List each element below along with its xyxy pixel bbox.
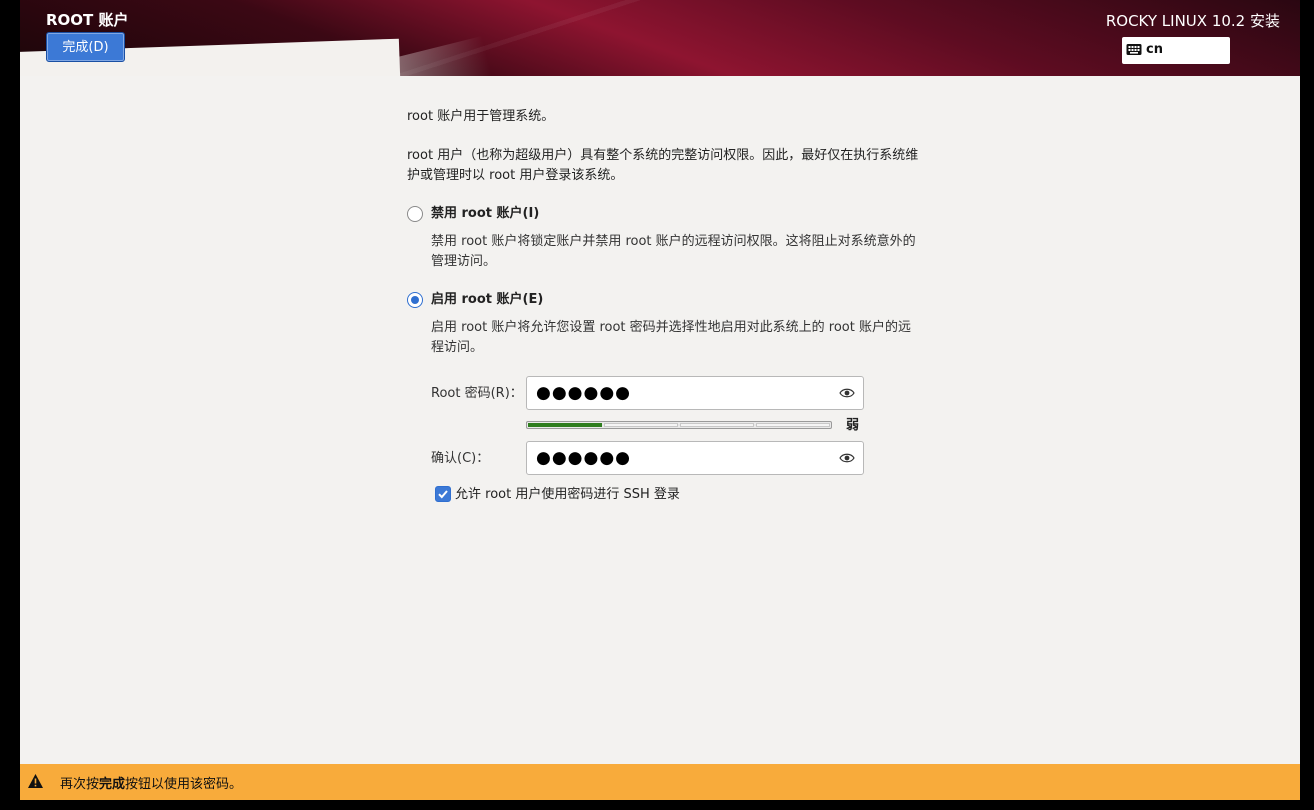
strength-segment [680,423,754,427]
enable-root-label[interactable]: 启用 root 账户(E) [431,290,543,310]
root-password-input[interactable]: ●●●●●● [526,376,864,410]
confirm-password-value: ●●●●●● [536,448,632,468]
password-strength-bar [526,421,832,429]
status-bar: 再次按完成按钮以使用该密码。 [20,764,1300,800]
disable-root-label[interactable]: 禁用 root 账户(I) [431,204,539,224]
main-content: root 账户用于管理系统。 root 用户（也称为超级用户）具有整个系统的完整… [20,76,1300,764]
strength-segment [604,423,678,427]
warning-icon [28,774,43,788]
disable-root-radio[interactable] [407,206,423,222]
password-strength-label: 弱 [846,418,860,433]
keyboard-layout-indicator[interactable]: cn [1122,37,1230,64]
strength-segment [756,423,830,427]
status-text-before: 再次按 [60,777,100,792]
intro-text: root 账户用于管理系统。 [407,109,555,124]
confirm-password-input[interactable]: ●●●●●● [526,441,864,475]
keyboard-icon [1126,44,1142,55]
root-password-label: Root 密码(R)： [431,386,523,401]
checkmark-icon [438,490,448,499]
confirm-password-label: 确认(C)： [431,451,490,466]
eye-icon[interactable] [839,451,855,465]
strength-segment [528,423,602,427]
enable-root-description: 启用 root 账户将允许您设置 root 密码并选择性地启用对此系统上的 ro… [431,320,911,355]
done-button[interactable]: 完成(D) [46,32,125,62]
header-bar: ROOT 账户 完成(D) ROCKY LINUX 10.2 安装 [20,0,1300,76]
root-password-value: ●●●●●● [536,383,632,403]
explanation-text: root 用户（也称为超级用户）具有整个系统的完整访问权限。因此，最好仅在执行系… [407,148,919,183]
eye-icon[interactable] [839,386,855,400]
allow-ssh-label[interactable]: 允许 root 用户使用密码进行 SSH 登录 [455,485,680,505]
disable-root-description: 禁用 root 账户将锁定账户并禁用 root 账户的远程访问权限。这将阻止对系… [431,234,916,269]
enable-root-radio[interactable] [407,292,423,308]
page-title: ROOT 账户 [46,11,129,29]
status-text-bold: 完成 [99,777,126,792]
keyboard-layout-label: cn [1146,42,1163,57]
product-title: ROCKY LINUX 10.2 安装 [1105,12,1280,30]
status-message: 再次按完成按钮以使用该密码。 [60,773,242,792]
allow-ssh-checkbox[interactable] [435,486,451,502]
status-text-after: 按钮以使用该密码。 [125,777,243,792]
